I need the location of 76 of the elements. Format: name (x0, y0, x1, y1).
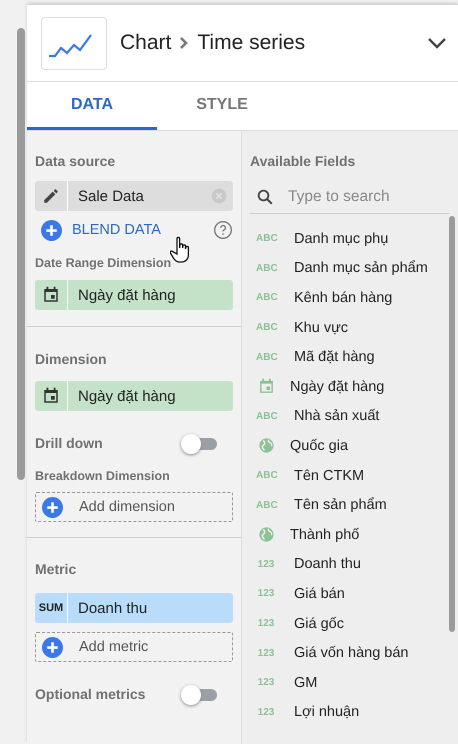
add-field-button[interactable]: Add metric (35, 632, 233, 662)
calendar-icon (42, 286, 60, 304)
field-item[interactable]: 123 Giá vốn hàng bán (250, 638, 458, 668)
globe-icon (258, 437, 275, 454)
field-type-label: 123 (256, 648, 276, 659)
chart-type-name: Time series (197, 31, 306, 55)
field-item[interactable]: ABC Danh mục phụ (250, 224, 458, 254)
field-type-label: 123 (256, 706, 276, 718)
field-item[interactable]: Quốc gia (250, 431, 458, 461)
section-heading: Dimension (35, 351, 108, 367)
search-field[interactable]: Type to search (288, 188, 438, 206)
tab[interactable]: STYLE (157, 82, 287, 130)
add-label: Add metric (79, 639, 148, 655)
section-heading: Available Fields (250, 153, 356, 169)
scrollbar[interactable] (449, 216, 455, 632)
field-item[interactable]: ABC Khu vực (250, 312, 458, 342)
field-item[interactable]: 123 Giá bán (250, 579, 458, 609)
plus-icon (42, 496, 63, 518)
plus-icon (42, 636, 63, 658)
field-type-label: ABC (256, 292, 276, 304)
field-type-label: 123 (256, 677, 276, 688)
hand-cursor-icon (170, 236, 192, 264)
field-chip[interactable]: Ngày đặt hàng (35, 280, 233, 310)
calendar-icon (42, 387, 60, 405)
field-item[interactable]: ABC Tên CTKM (250, 460, 458, 490)
search-icon (256, 188, 274, 206)
field-item[interactable]: ABC Mã đặt hàng (250, 342, 458, 372)
chevron-right-icon (179, 36, 190, 50)
field-chip[interactable]: Ngày đặt hàng (35, 381, 233, 411)
field-name: Ngày đặt hàng (77, 286, 176, 306)
scrollbar[interactable] (17, 28, 25, 480)
blend-data-link[interactable]: BLEND DATA (72, 222, 161, 238)
section-heading: Data source (35, 153, 116, 169)
pencil-icon (42, 187, 60, 205)
field-type-label: 123 (256, 558, 276, 570)
field-name: Ngày đặt hàng (77, 386, 176, 406)
field-item[interactable]: 123 Giá gốc (250, 608, 458, 638)
field-item[interactable]: ABC Danh mục sản phẩm (250, 254, 458, 284)
field-type-label: 123 (256, 588, 276, 600)
section-heading: Date Range Dimension (35, 256, 172, 270)
plus-icon (41, 220, 62, 240)
section-heading: Metric (35, 561, 78, 577)
field-type-label: ABC (256, 410, 276, 422)
toggle-switch[interactable] (181, 433, 217, 453)
field-type-label: ABC (256, 233, 276, 244)
data-source-chip[interactable]: Sale Data (35, 181, 233, 211)
toggle-switch[interactable] (181, 684, 217, 704)
field-type-label: ABC (256, 262, 276, 274)
field-item[interactable]: ABC Tên sản phẩm (250, 490, 458, 520)
field-type-label: 123 (256, 618, 276, 630)
add-label: Add dimension (79, 499, 175, 515)
help-icon (213, 220, 233, 240)
chart-type-button[interactable] (41, 16, 107, 70)
field-item[interactable]: 123 Doanh thu (250, 550, 458, 580)
calendar-icon (258, 378, 275, 396)
field-item[interactable]: ABC Kênh bán hàng (250, 283, 458, 313)
field-type-label: ABC (256, 500, 276, 511)
toggle-label: Drill down (35, 435, 103, 451)
chevron-down-icon[interactable] (427, 36, 447, 50)
field-item[interactable]: 123 Lợi nhuận (250, 698, 458, 728)
section-heading: Breakdown Dimension (35, 469, 171, 483)
field-type-label: ABC (256, 322, 276, 334)
add-field-button[interactable]: Add dimension (35, 492, 233, 522)
field-item[interactable]: Thành phố (250, 520, 458, 550)
field-name: Doanh thu (77, 598, 148, 618)
data-source-name: Sale Data (77, 186, 144, 206)
field-item[interactable]: 123 GM (250, 668, 458, 698)
toggle-label: Optional metrics (35, 686, 146, 702)
field-chip[interactable]: SUM Doanh thu (35, 593, 233, 623)
aggregation-label: SUM (38, 602, 64, 614)
field-item[interactable]: ABC Nhà sản xuất (250, 402, 458, 432)
globe-icon (258, 526, 275, 544)
breadcrumb-label: Chart (120, 31, 172, 55)
field-type-label: ABC (256, 470, 276, 482)
field-type-label: ABC (256, 352, 276, 363)
field-item[interactable]: Ngày đặt hàng (250, 372, 458, 402)
